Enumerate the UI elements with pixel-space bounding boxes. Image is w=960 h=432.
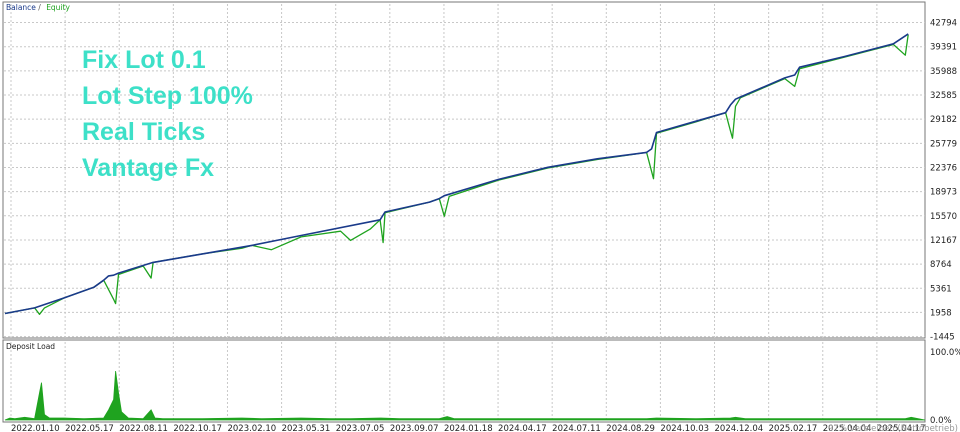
x-tick-label: 2023.02.10	[227, 424, 276, 432]
overlay-text-line: Fix Lot 0.1	[82, 46, 206, 74]
x-tick-label: 2024.07.11	[552, 424, 601, 432]
deposit-load-pane: Deposit Load100.0%0.0%	[2, 339, 960, 426]
y-tick-label: 1958	[930, 308, 952, 318]
y-tick-label: 35988	[930, 67, 957, 77]
x-tick-label: 2022.01.10	[11, 424, 60, 432]
x-tick-label: 2024.08.29	[606, 424, 655, 432]
x-tick-label: 2023.09.07	[390, 424, 439, 432]
deposit-load-title: Deposit Load	[6, 342, 55, 351]
y-tick-label: 25779	[930, 139, 957, 149]
overlay-text-line: Real Ticks	[82, 118, 205, 146]
x-tick-label: 2022.05.17	[65, 424, 114, 432]
x-tick-label: 2023.05.31	[282, 424, 331, 432]
balance-equity-pane: 42794 39391 35988 32585 29182 25779 22376 18973…	[2, 1, 957, 343]
chart-canvas: 42794 39391 35988 32585 29182 25779 22376 18973…	[2, 1, 960, 432]
x-tick-label: 2023.07.05	[336, 424, 385, 432]
x-axis: 2022.01.10 2022.05.17 2022.08.11 2022.10.17…	[11, 424, 960, 432]
y-tick-label: 8764	[930, 260, 952, 270]
load-y-tick-label: 100.0%	[930, 348, 960, 358]
legend-separator: /	[38, 3, 41, 12]
y-tick-label: 29182	[930, 115, 957, 125]
legend-equity: Equity	[46, 3, 70, 12]
footer-note: 97% verbleiben (Nettobetrieb) ||	[828, 424, 960, 432]
y-tick-label: 5361	[930, 284, 952, 294]
x-tick-label: 2022.08.11	[119, 424, 168, 432]
x-tick-label: 2022.10.17	[173, 424, 222, 432]
x-tick-label: 2024.12.04	[715, 424, 764, 432]
y-tick-label: 42794	[930, 19, 957, 29]
x-tick-label: 2024.01.18	[444, 424, 493, 432]
overlay-text-line: Vantage Fx	[82, 154, 214, 182]
legend-balance: Balance	[6, 3, 36, 12]
y-tick-label: 12167	[930, 236, 957, 246]
y-tick-label: -1445	[930, 333, 955, 343]
y-tick-label: 39391	[930, 43, 957, 53]
x-tick-label: 2024.04.17	[498, 424, 547, 432]
y-tick-label: 15570	[930, 212, 957, 222]
x-tick-label: 2024.10.03	[660, 424, 709, 432]
deposit-load-area	[4, 370, 926, 421]
y-tick-label: 22376	[930, 163, 957, 173]
y-tick-label: 18973	[930, 188, 957, 198]
x-tick-label: 2025.02.17	[769, 424, 818, 432]
y-tick-label: 32585	[930, 91, 957, 101]
load-frame	[2, 339, 926, 423]
overlay-text-line: Lot Step 100%	[82, 82, 253, 110]
